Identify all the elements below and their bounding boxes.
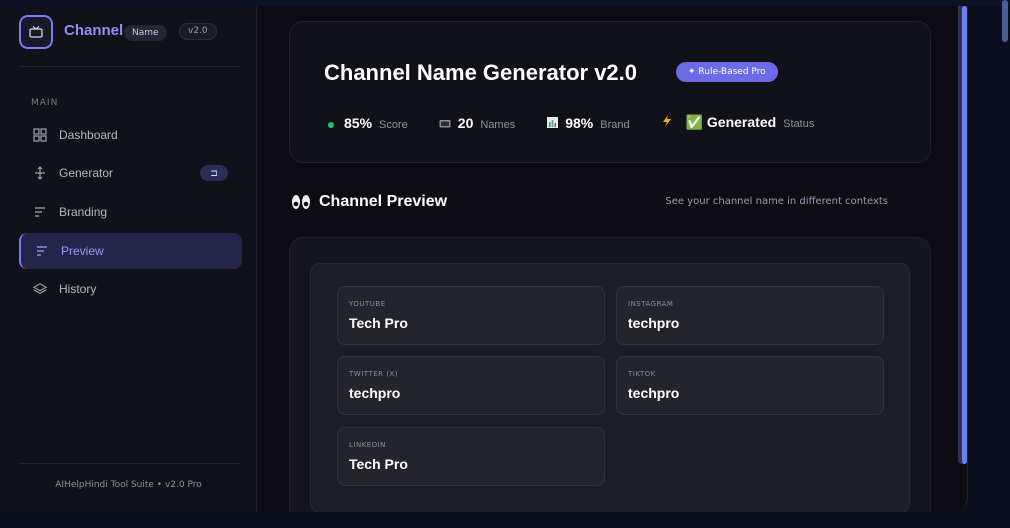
move-icon	[33, 166, 47, 180]
sidebar-section-label: MAIN	[31, 98, 59, 108]
stat-brand: 98% Brand	[545, 114, 630, 131]
section-title-text: Channel Preview	[319, 193, 448, 210]
sidebar-item-label: Generator	[59, 166, 114, 180]
channel-name: Tech Pro	[349, 456, 408, 472]
channel-name: Tech Pro	[349, 315, 408, 331]
rule-based-pro-badge: ✦ Rule-Based Pro	[676, 62, 778, 82]
stat-status: ✅ Generated Status	[660, 114, 815, 131]
lines-icon	[35, 244, 49, 258]
brand-title: Channel	[64, 22, 124, 39]
sidebar-divider	[19, 66, 239, 67]
green-dot-icon	[324, 121, 338, 128]
preview-linkedin: LINKEDIN Tech Pro	[337, 427, 605, 486]
sidebar-item-label: Dashboard	[59, 128, 118, 142]
stat-label: Status	[783, 118, 815, 130]
tv-logo-icon	[19, 15, 53, 49]
tv-icon	[438, 118, 452, 128]
preview-card: YOUTUBE Tech Pro INSTAGRAM techpro TWITT…	[289, 237, 931, 512]
platform-label: TIKTOK	[628, 370, 656, 378]
stat-value: 20	[457, 114, 474, 131]
sidebar-footer: AIHelpHindi Tool Suite • v2.0 Pro	[55, 480, 202, 490]
section-subtitle: See your channel name in different conte…	[665, 196, 888, 207]
stat-value: 85%	[344, 114, 373, 131]
sidebar-item-dashboard[interactable]: Dashboard	[19, 117, 242, 153]
section-title: Channel Preview	[291, 193, 447, 211]
preview-instagram: INSTAGRAM techpro	[616, 286, 884, 345]
sidebar-footer-divider	[19, 463, 239, 464]
header-card: Channel Name Generator v2.0 ✦ Rule-Based…	[289, 21, 931, 163]
sidebar-item-preview[interactable]: Preview	[19, 233, 242, 269]
platform-label: INSTAGRAM	[628, 300, 674, 308]
sidebar-item-history[interactable]: History	[19, 271, 242, 307]
preview-twitter: TWITTER (X) techpro	[337, 356, 605, 415]
sidebar: Channel Name v2.0 MAIN Dashboard Generat…	[0, 6, 257, 512]
stat-label: Score	[379, 118, 408, 131]
stat-names: 20 Names	[438, 115, 515, 131]
sidebar-item-label: Preview	[61, 244, 104, 258]
platform-label: LINKEDIN	[349, 441, 386, 449]
platform-label: TWITTER (X)	[349, 370, 398, 378]
eyes-icon	[291, 194, 311, 210]
lightning-icon	[660, 115, 674, 127]
preview-tiktok: TIKTOK techpro	[616, 356, 884, 415]
main-scrollbar-thumb[interactable]	[962, 6, 967, 464]
channel-name: techpro	[628, 385, 680, 401]
bar-chart-icon	[545, 116, 559, 128]
version-badge: v2.0	[179, 23, 217, 40]
outer-scrollbar[interactable]	[1002, 0, 1008, 42]
generator-badge: ⊐	[200, 165, 228, 181]
sidebar-item-generator[interactable]: Generator ⊐	[19, 155, 242, 191]
layers-icon	[33, 282, 47, 296]
stat-value: ✅ Generated	[685, 114, 777, 130]
app-window: Channel Name v2.0 MAIN Dashboard Generat…	[0, 6, 968, 512]
channel-name: techpro	[349, 385, 401, 401]
preview-youtube: YOUTUBE Tech Pro	[337, 286, 605, 345]
brand-pill: Name	[124, 25, 167, 41]
page-title: Channel Name Generator v2.0	[324, 60, 638, 85]
stat-label: Brand	[600, 118, 630, 131]
sidebar-item-label: History	[59, 282, 97, 296]
sidebar-item-label: Branding	[59, 205, 108, 219]
stat-value: 98%	[565, 114, 594, 131]
grid-icon	[33, 128, 47, 142]
stat-score: 85% Score	[324, 115, 408, 131]
preview-grid: YOUTUBE Tech Pro INSTAGRAM techpro TWITT…	[310, 263, 910, 512]
channel-name: techpro	[628, 315, 680, 331]
stat-label: Names	[480, 118, 516, 131]
sidebar-item-branding[interactable]: Branding	[19, 194, 242, 230]
stats-row: 85% Score 20 Names 98% Brand ✅ Generated…	[324, 114, 844, 131]
platform-label: YOUTUBE	[349, 300, 386, 308]
lines-icon	[33, 205, 47, 219]
